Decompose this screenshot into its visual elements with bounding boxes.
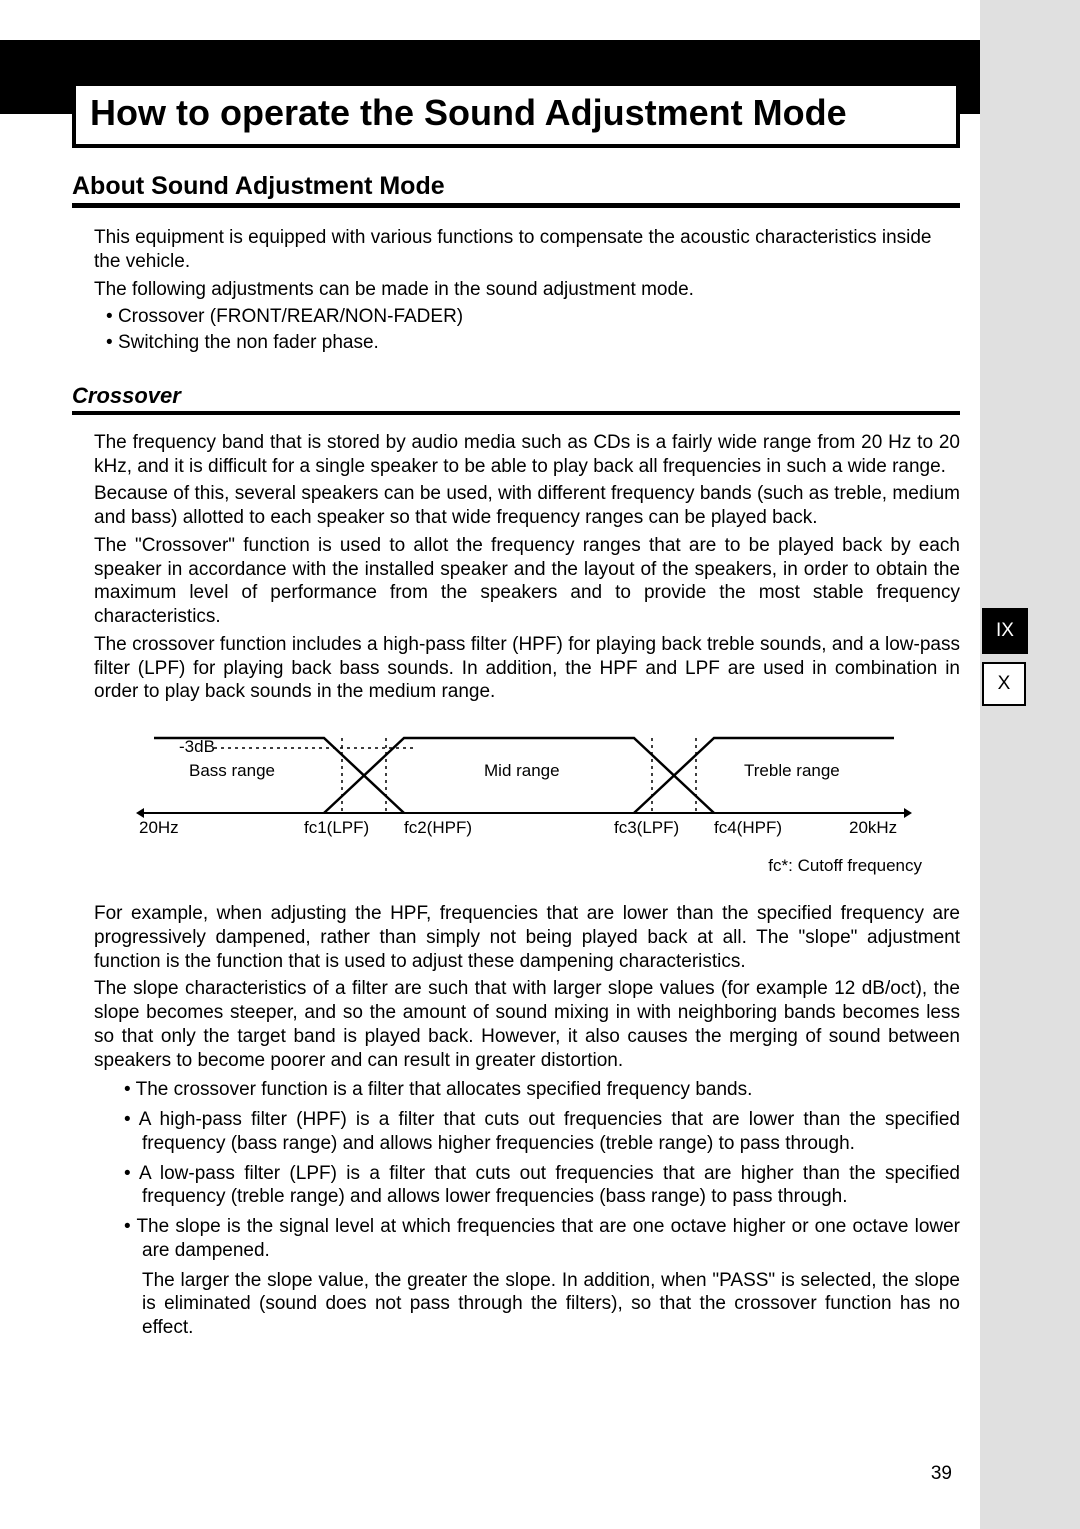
side-tab-x[interactable]: X — [982, 662, 1026, 706]
diagram-label-fc1: fc1(LPF) — [304, 818, 369, 837]
diagram-footnote: fc*: Cutoff frequency — [768, 856, 922, 876]
section-heading-about: About Sound Adjustment Mode — [72, 172, 960, 201]
para: For example, when adjusting the HPF, fre… — [94, 902, 960, 973]
page-number: 39 — [931, 1463, 952, 1485]
page-title: How to operate the Sound Adjustment Mode — [90, 92, 942, 134]
diagram-label-neg3db: -3dB — [179, 737, 215, 756]
side-tab-ix[interactable]: IX — [982, 608, 1028, 654]
para: The following adjustments can be made in… — [94, 278, 960, 302]
section2-body: The frequency band that is stored by aud… — [94, 431, 960, 704]
list-item: The slope is the signal level at which f… — [124, 1215, 960, 1263]
diagram-label-treble: Treble range — [744, 761, 840, 780]
para: The frequency band that is stored by aud… — [94, 431, 960, 479]
list-item-cont: The larger the slope value, the greater … — [124, 1269, 960, 1340]
para: This equipment is equipped with various … — [94, 226, 960, 274]
list-item: A high-pass filter (HPF) is a filter tha… — [124, 1108, 960, 1156]
section1-body: This equipment is equipped with various … — [94, 226, 960, 355]
para: The crossover function includes a high-p… — [94, 633, 960, 704]
list-item: The crossover function is a filter that … — [124, 1078, 960, 1102]
diagram-label-bass: Bass range — [189, 761, 275, 780]
page-title-box: How to operate the Sound Adjustment Mode — [72, 82, 960, 148]
divider — [72, 203, 960, 208]
crossover-diagram: -3dB Bass range Mid range Treble range 2… — [94, 718, 960, 888]
diagram-label-20khz: 20kHz — [849, 818, 897, 837]
diagram-label-fc2: fc2(HPF) — [404, 818, 472, 837]
crossover-svg: -3dB Bass range Mid range Treble range 2… — [94, 718, 934, 848]
list-item: Crossover (FRONT/REAR/NON-FADER) — [106, 305, 960, 329]
diagram-label-20hz: 20Hz — [139, 818, 179, 837]
section3-body: For example, when adjusting the HPF, fre… — [94, 902, 960, 1072]
divider — [72, 411, 960, 415]
diagram-label-mid: Mid range — [484, 761, 560, 780]
para: Because of this, several speakers can be… — [94, 482, 960, 530]
diagram-label-fc4: fc4(HPF) — [714, 818, 782, 837]
section3-bullets: The crossover function is a filter that … — [94, 1078, 960, 1340]
right-margin — [980, 0, 1080, 1529]
para: The "Crossover" function is used to allo… — [94, 534, 960, 629]
para: The slope characteristics of a filter ar… — [94, 977, 960, 1072]
section-heading-crossover: Crossover — [72, 383, 960, 409]
diagram-label-fc3: fc3(LPF) — [614, 818, 679, 837]
list-item: Switching the non fader phase. — [106, 331, 960, 355]
list-item: A low-pass filter (LPF) is a filter that… — [124, 1162, 960, 1210]
